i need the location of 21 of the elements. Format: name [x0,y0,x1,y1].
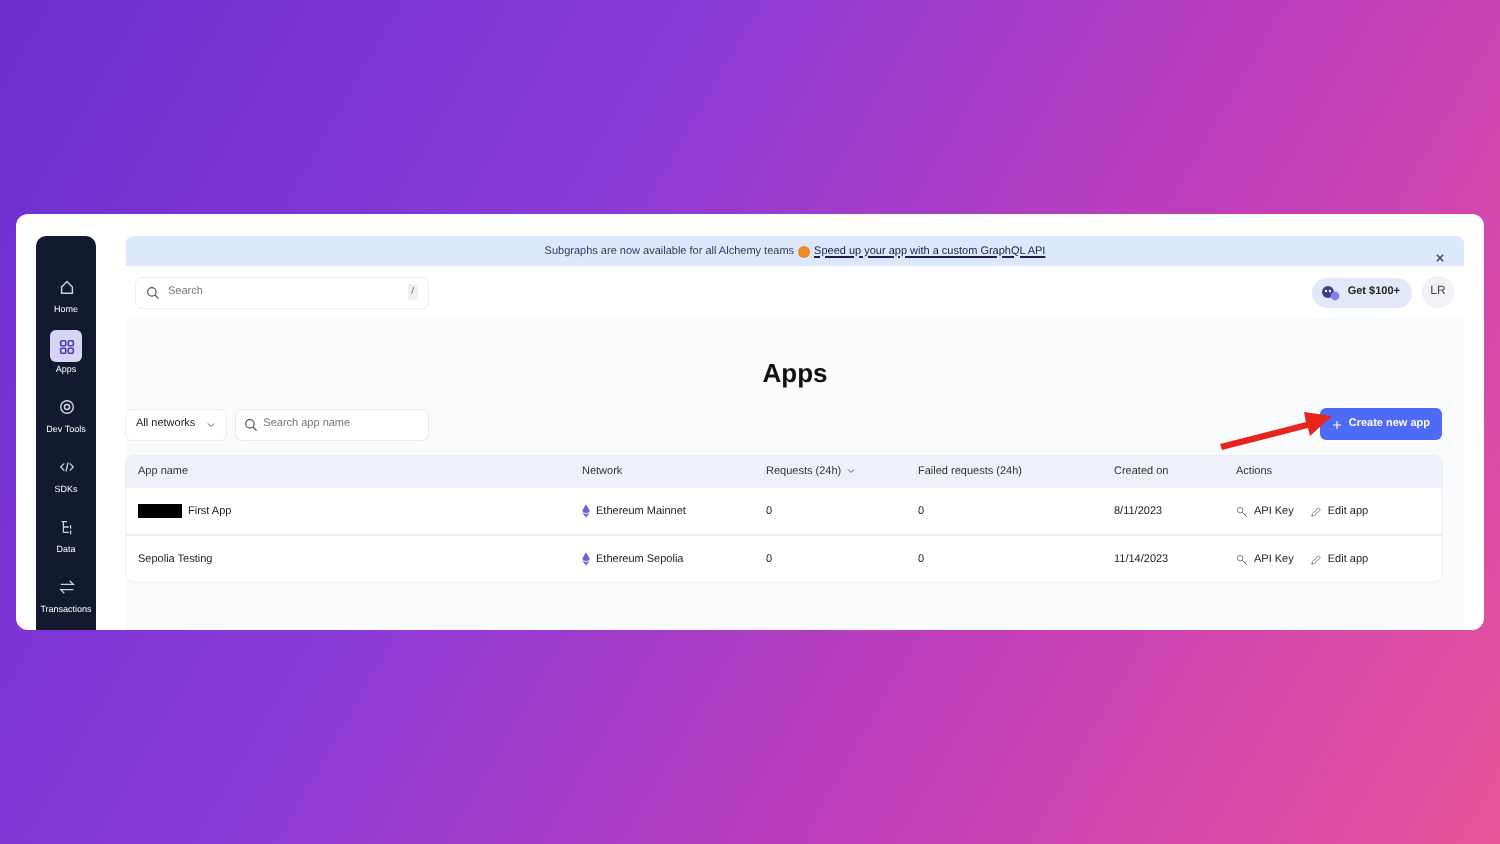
code-icon [57,457,75,475]
key-icon [1236,553,1248,565]
gear-icon [57,397,75,415]
search-icon [146,285,160,299]
emoji-icon [798,245,811,257]
page-title: Apps [760,358,830,388]
plus-icon [1332,419,1343,429]
chevron-down-icon [205,419,216,429]
grid-icon [57,337,75,355]
pencil-icon [1309,553,1322,565]
ethereum-icon [582,552,590,566]
close-icon [1432,250,1448,266]
pencil-icon [1309,505,1322,517]
home-icon [57,277,75,295]
swap-icon [57,577,75,595]
ethereum-icon [582,504,590,518]
chevron-down-icon [845,466,856,476]
mascot-icon [1319,283,1342,301]
key-icon [1236,505,1248,517]
search-icon [243,417,258,431]
tree-icon [57,517,75,535]
